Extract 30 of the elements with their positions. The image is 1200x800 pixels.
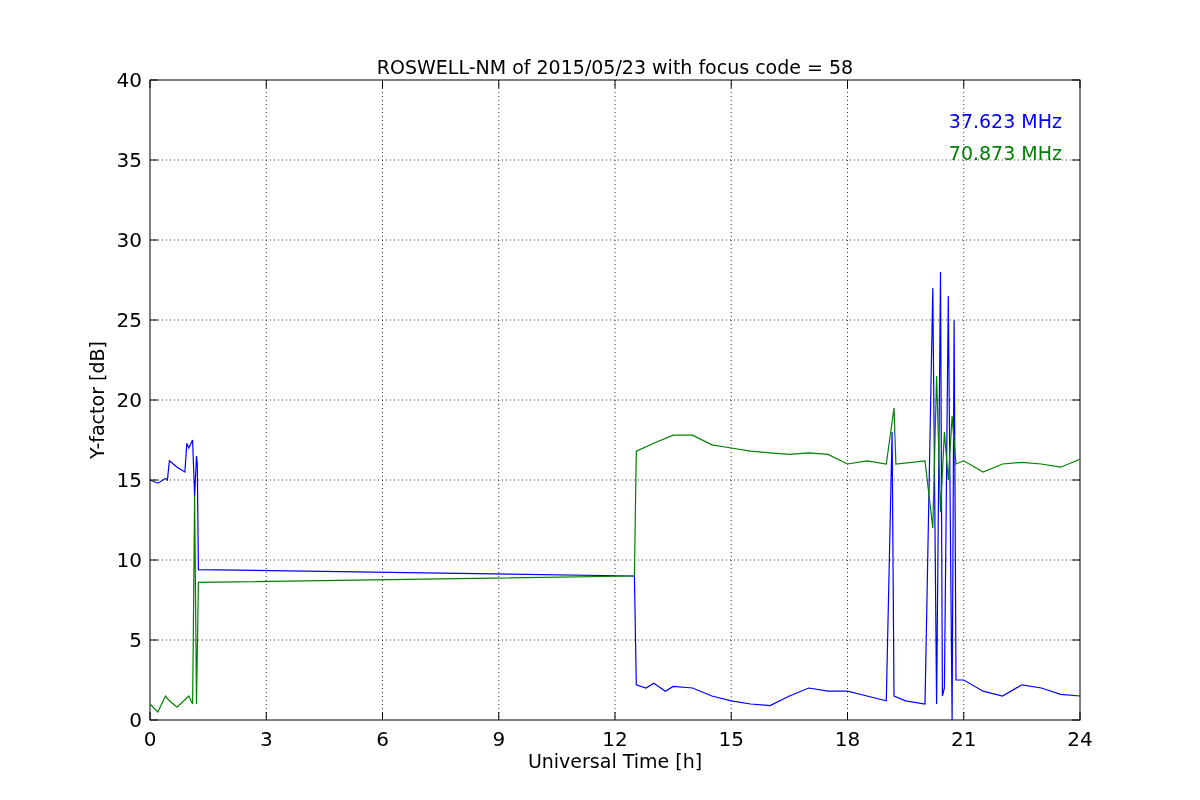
tick-mark xyxy=(847,711,848,721)
tick-mark xyxy=(614,711,616,721)
y-tick-label: 25 xyxy=(116,308,142,332)
tick-mark xyxy=(382,711,383,721)
tick-mark xyxy=(498,711,500,721)
tick-mark xyxy=(730,711,732,721)
x-tick-label: 12 xyxy=(602,727,628,751)
x-tick-label: 15 xyxy=(718,727,744,751)
x-axis-label: Universal Time [h] xyxy=(527,750,703,772)
y-tick-label: 30 xyxy=(116,228,142,252)
x-tick-label: 3 xyxy=(259,727,273,751)
legend-label: 70.873 MHz xyxy=(948,142,1062,164)
x-tick-label: 6 xyxy=(376,727,389,751)
y-tick-label: 20 xyxy=(116,388,142,412)
tick-mark xyxy=(963,711,965,721)
chart-title: ROSWELL-NM of 2015/05/23 with focus code = 58 xyxy=(376,56,854,78)
y-tick-label: 15 xyxy=(116,468,142,492)
x-tick-label: 21 xyxy=(951,727,977,751)
y-tick-label: 0 xyxy=(129,708,142,732)
x-tick-label: 9 xyxy=(492,727,506,751)
x-tick-label: 0 xyxy=(143,727,157,751)
y-tick-label: 5 xyxy=(129,628,142,652)
legend-label: 37.623 MHz xyxy=(948,110,1062,132)
y-tick-label: 35 xyxy=(116,148,142,172)
x-tick-label: 18 xyxy=(834,727,861,751)
y-tick-label: 10 xyxy=(116,548,142,572)
y-tick-label: 40 xyxy=(116,68,142,92)
tick-mark xyxy=(265,711,267,721)
x-tick-label: 24 xyxy=(1067,727,1093,751)
y-axis-label: Y-factor [dB] xyxy=(86,341,108,459)
